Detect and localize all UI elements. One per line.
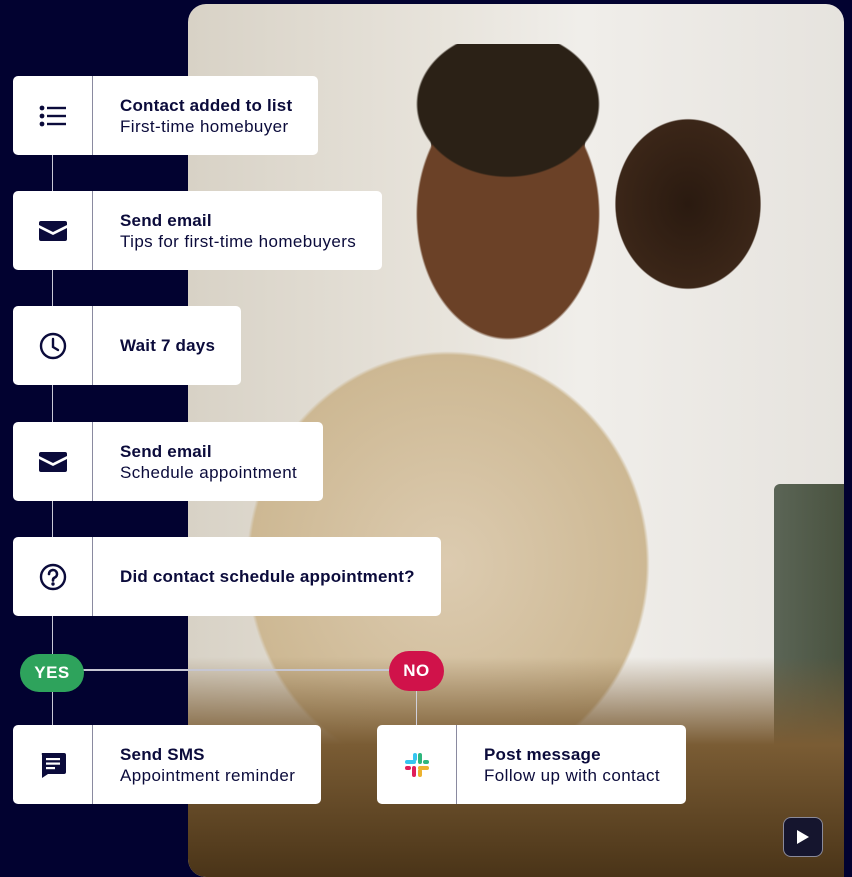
branch-connector [80, 669, 392, 671]
no-branch-connector [416, 688, 417, 726]
sms-icon [13, 725, 93, 804]
play-icon [797, 830, 809, 844]
action-subtitle: Follow up with contact [484, 765, 661, 785]
step-subtitle: Tips for first-time homebuyers [120, 231, 357, 251]
step-subtitle: First-time homebuyer [120, 116, 289, 136]
step-title: Send email [120, 441, 212, 461]
step-title: Did contact schedule appointment? [120, 567, 415, 586]
action-title: Post message [484, 744, 601, 764]
step-send-email-schedule[interactable]: Send email Schedule appointment [13, 422, 324, 501]
no-badge: NO [389, 651, 444, 691]
person-head [403, 44, 613, 344]
envelope-icon [13, 191, 93, 270]
step-send-email-tips[interactable]: Send email Tips for first-time homebuyer… [13, 191, 383, 270]
list-icon [13, 76, 93, 155]
play-button[interactable] [783, 817, 823, 857]
question-icon [13, 537, 93, 616]
envelope-icon [13, 422, 93, 501]
step-condition[interactable]: Did contact schedule appointment? [13, 537, 441, 616]
step-title: Send email [120, 210, 212, 230]
yes-badge: YES [20, 654, 84, 692]
step-title: Wait 7 days [120, 336, 216, 355]
action-send-sms[interactable]: Send SMS Appointment reminder [13, 725, 322, 804]
clock-icon [13, 306, 93, 385]
step-contact-added[interactable]: Contact added to list First-time homebuy… [13, 76, 319, 155]
step-wait[interactable]: Wait 7 days [13, 306, 242, 385]
step-title: Contact added to list [120, 95, 293, 115]
step-subtitle: Schedule appointment [120, 462, 298, 482]
slack-icon [377, 725, 457, 804]
action-post-message[interactable]: Post message Follow up with contact [377, 725, 687, 804]
action-title: Send SMS [120, 744, 205, 764]
action-subtitle: Appointment reminder [120, 765, 296, 785]
